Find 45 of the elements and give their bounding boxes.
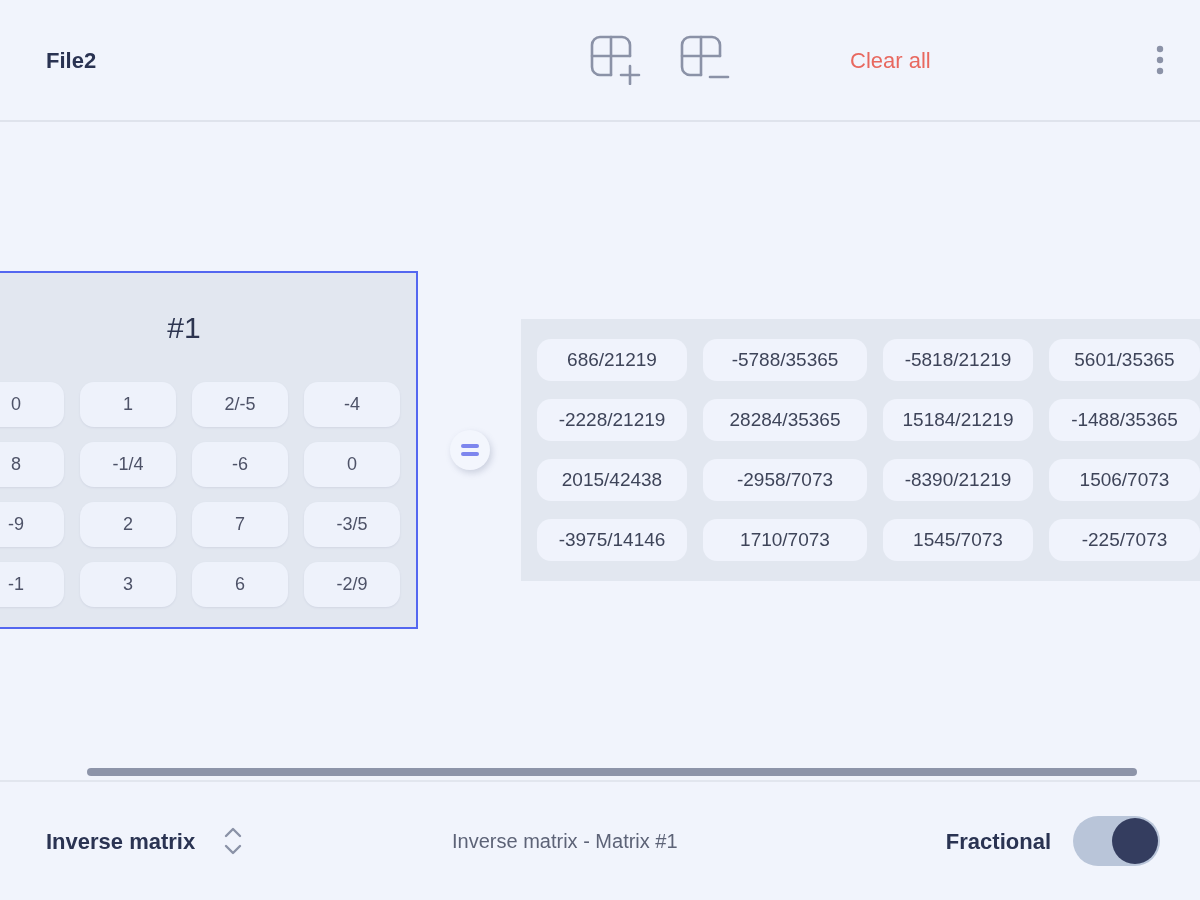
- matrix-input-cell[interactable]: -6: [192, 442, 288, 487]
- fractional-toggle[interactable]: [1073, 816, 1160, 866]
- matrix-input-cell[interactable]: 6: [192, 562, 288, 607]
- matrix-input-cell[interactable]: 8: [0, 442, 64, 487]
- result-cell: 2015/42438: [537, 459, 687, 501]
- result-cell: -8390/21219: [883, 459, 1033, 501]
- matrix-input-cell[interactable]: 0: [304, 442, 400, 487]
- add-grid-icon[interactable]: [590, 35, 642, 85]
- matrix-input-cell[interactable]: -1/4: [80, 442, 176, 487]
- matrix-input-cell[interactable]: -2/9: [304, 562, 400, 607]
- operation-description: Inverse matrix - Matrix #1: [452, 829, 678, 854]
- result-cell: -2958/7073: [703, 459, 867, 501]
- result-cell: 15184/21219: [883, 399, 1033, 441]
- result-cell: 1506/7073: [1049, 459, 1200, 501]
- result-cell: 5601/35365: [1049, 339, 1200, 381]
- chevron-up-down-icon[interactable]: [223, 826, 244, 856]
- result-cell: -5788/35365: [703, 339, 867, 381]
- result-cell: 1545/7073: [883, 519, 1033, 561]
- fractional-label: Fractional: [945, 827, 1051, 856]
- matrix-panel[interactable]: #1 0 1 2/-5 -4 8 -1/4 -6 0 -9 2 7 -3/5 -1 3 6 -2/9: [0, 271, 418, 629]
- equals-button[interactable]: [450, 430, 490, 470]
- matrix-input-cell[interactable]: -9: [0, 502, 64, 547]
- result-cell: -3975/14146: [537, 519, 687, 561]
- result-cell: -1488/35365: [1049, 399, 1200, 441]
- result-cell: -5818/21219: [883, 339, 1033, 381]
- file-title: File2: [46, 47, 97, 73]
- result-cell: 28284/35365: [703, 399, 867, 441]
- operation-selector-label[interactable]: Inverse matrix: [46, 824, 196, 858]
- result-cell: 686/21219: [537, 339, 687, 381]
- matrix-input-cell[interactable]: 0: [0, 382, 64, 427]
- result-cell: -225/7073: [1049, 519, 1200, 561]
- matrix-label: #1: [167, 310, 201, 346]
- matrix-input-cell[interactable]: 2/-5: [192, 382, 288, 427]
- matrix-input-cell[interactable]: -4: [304, 382, 400, 427]
- matrix-input-cell[interactable]: 7: [192, 502, 288, 547]
- horizontal-scrollbar[interactable]: [87, 768, 1137, 776]
- matrix-input-cell[interactable]: 2: [80, 502, 176, 547]
- matrix-input-cell[interactable]: 3: [80, 562, 176, 607]
- matrix-input-cell[interactable]: -3/5: [304, 502, 400, 547]
- matrix-input-cell[interactable]: -1: [0, 562, 64, 607]
- result-cell: 1710/7073: [703, 519, 867, 561]
- matrix-input-cell[interactable]: 1: [80, 382, 176, 427]
- more-options-icon[interactable]: [1156, 45, 1164, 75]
- equals-icon: [461, 444, 479, 456]
- result-cell: -2228/21219: [537, 399, 687, 441]
